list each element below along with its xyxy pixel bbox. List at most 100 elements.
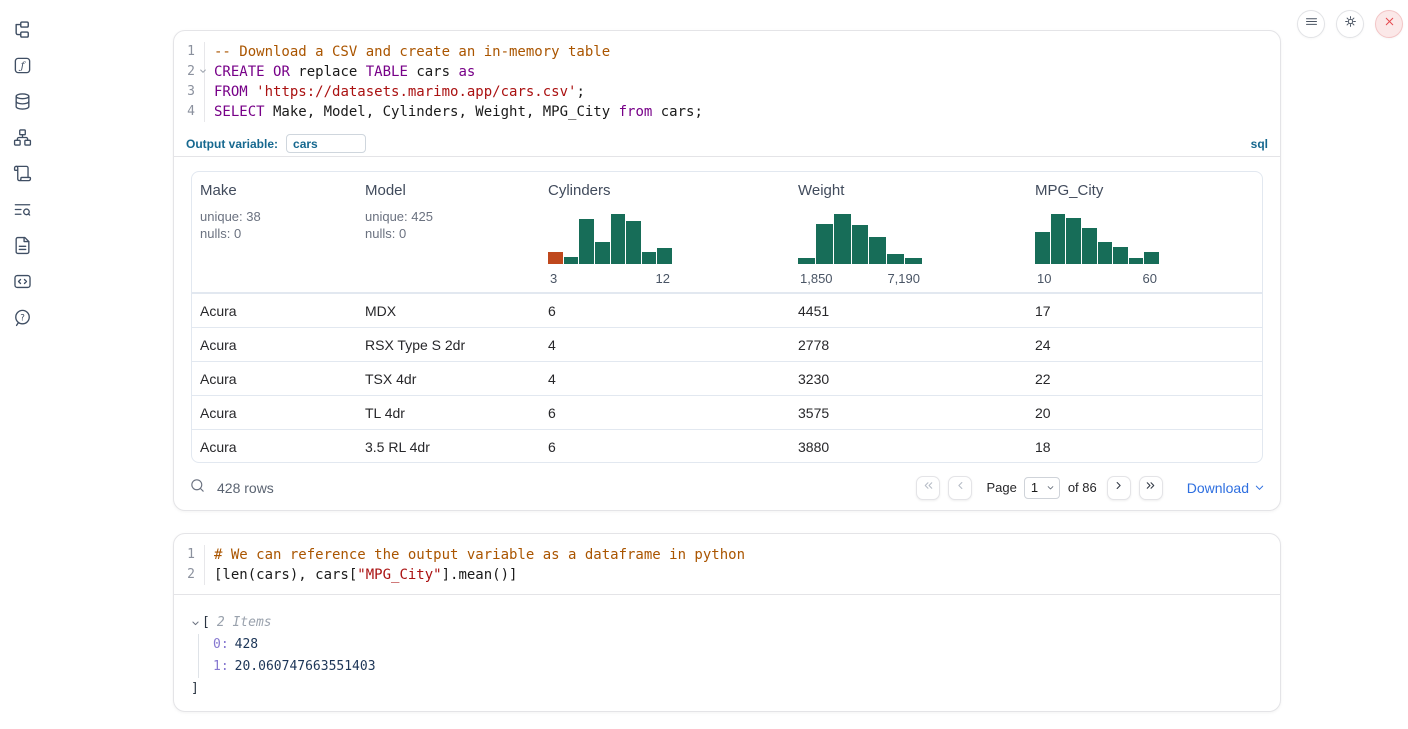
line-number: 4 — [174, 102, 205, 122]
hist-bar — [611, 214, 626, 264]
svg-text:?: ? — [20, 313, 25, 323]
python-cell: 1# We can reference the output variable … — [173, 533, 1281, 712]
code-text: FROM 'https://datasets.marimo.app/cars.c… — [205, 82, 585, 102]
hist-bar — [1098, 242, 1113, 265]
code-line: 2[len(cars), cars["MPG_City"].mean()] — [174, 565, 1280, 585]
sql-code-editor[interactable]: 1-- Download a CSV and create an in-memo… — [174, 31, 1280, 131]
pagination: Page 1 of 86 Download — [916, 476, 1265, 500]
chevron-right-icon — [1112, 479, 1125, 497]
hist-bar — [1051, 214, 1066, 264]
python-output: [ 2 Items 0:428 1:20.060747663551403 ] — [174, 594, 1280, 700]
document-icon — [13, 236, 32, 260]
download-button[interactable]: Download — [1187, 480, 1265, 496]
fold-chevron-icon[interactable] — [199, 67, 207, 75]
page-label: Page — [986, 480, 1016, 495]
search-icon[interactable] — [189, 477, 206, 499]
hist-bar — [816, 224, 833, 264]
weight-histogram: 1,850 7,190 — [798, 214, 922, 286]
sidebar-item-file-explorer[interactable] — [10, 21, 34, 43]
hist-bar — [1066, 218, 1081, 264]
sql-cell: 1-- Download a CSV and create an in-memo… — [173, 30, 1281, 511]
hist-bar — [579, 219, 594, 264]
chevron-down-icon — [1254, 480, 1265, 496]
line-number: 3 — [174, 82, 205, 102]
last-page-button[interactable] — [1139, 476, 1163, 500]
sidebar-item-dependencies[interactable] — [10, 129, 34, 151]
line-number: 1 — [174, 545, 205, 565]
code-line: 3FROM 'https://datasets.marimo.app/cars.… — [174, 82, 1280, 102]
column-header-make[interactable]: Make unique: 38 nulls: 0 — [192, 172, 357, 292]
hist-bar — [798, 258, 815, 265]
function-icon: ƒ — [13, 56, 32, 80]
hist-bar — [642, 252, 657, 265]
list-entry: 1:20.060747663551403 — [213, 656, 1280, 678]
hist-bar — [887, 254, 904, 264]
sidebar-item-logs[interactable] — [10, 201, 34, 223]
scroll-icon — [13, 164, 32, 188]
chevron-down-icon — [1046, 480, 1055, 495]
chevron-left-icon — [954, 479, 967, 497]
gear-icon — [1343, 14, 1358, 34]
hist-bar — [1129, 258, 1144, 265]
cylinders-histogram: 3 12 — [548, 214, 672, 286]
sidebar-item-snippets[interactable] — [10, 273, 34, 295]
dependency-graph-icon — [13, 128, 32, 152]
topbar-actions — [1297, 10, 1403, 38]
python-code-editor[interactable]: 1# We can reference the output variable … — [174, 534, 1280, 594]
chevrons-left-icon — [922, 479, 935, 497]
code-text: SELECT Make, Model, Cylinders, Weight, M… — [205, 102, 703, 122]
svg-text:ƒ: ƒ — [18, 60, 26, 72]
output-variable-label: Output variable: — [186, 137, 278, 151]
table-row: Acura TSX 4dr 4 3230 22 — [192, 361, 1262, 395]
hist-bar — [852, 225, 869, 264]
sidebar: ƒ ? — [0, 0, 44, 729]
language-badge[interactable]: sql — [1251, 137, 1268, 151]
column-header-cylinders[interactable]: Cylinders 3 12 — [540, 172, 790, 292]
snippets-icon — [13, 272, 32, 296]
sidebar-item-variables[interactable]: ƒ — [10, 57, 34, 79]
column-stats: unique: 425 nulls: 0 — [365, 208, 532, 242]
close-icon — [1383, 15, 1396, 33]
column-header-weight[interactable]: Weight 1,850 7,190 — [790, 172, 1027, 292]
code-line: 2CREATE OR replace TABLE cars as — [174, 62, 1280, 82]
output-variable-input[interactable] — [286, 134, 366, 153]
hist-bar — [1144, 252, 1159, 265]
sidebar-item-documentation[interactable] — [10, 237, 34, 259]
code-line: 1# We can reference the output variable … — [174, 545, 1280, 565]
chevrons-right-icon — [1144, 479, 1157, 497]
first-page-button[interactable] — [916, 476, 940, 500]
sidebar-item-datasources[interactable] — [10, 93, 34, 115]
code-text: [len(cars), cars["MPG_City"].mean()] — [205, 565, 517, 585]
settings-button[interactable] — [1336, 10, 1364, 38]
menu-button[interactable] — [1297, 10, 1325, 38]
hist-bar — [1035, 232, 1050, 265]
hamburger-icon — [1304, 14, 1319, 34]
hist-bar — [869, 237, 886, 265]
line-number: 1 — [174, 42, 205, 62]
output-variable-bar: Output variable: sql — [174, 131, 1280, 157]
column-header-mpg-city[interactable]: MPG_City 10 60 — [1027, 172, 1262, 292]
cars-table: Make unique: 38 nulls: 0 Model unique: 4… — [191, 171, 1263, 463]
hist-bar — [564, 257, 579, 264]
hist-bar — [595, 242, 610, 265]
line-number: 2 — [174, 565, 205, 585]
sidebar-item-help[interactable]: ? — [10, 309, 34, 331]
collapse-chevron-icon[interactable] — [191, 619, 200, 628]
hist-bar — [1082, 228, 1097, 264]
table-footer: 428 rows Page 1 of 86 Download — [174, 463, 1280, 512]
sidebar-item-scratchpad[interactable] — [10, 165, 34, 187]
previous-page-button[interactable] — [948, 476, 972, 500]
next-page-button[interactable] — [1107, 476, 1131, 500]
hist-bar — [834, 214, 851, 264]
table-row: Acura RSX Type S 2dr 4 2778 24 — [192, 327, 1262, 361]
column-header-model[interactable]: Model unique: 425 nulls: 0 — [357, 172, 540, 292]
page-select[interactable]: 1 — [1024, 477, 1060, 499]
hist-bar — [548, 252, 563, 265]
row-count: 428 rows — [217, 480, 274, 496]
mpg-city-histogram: 10 60 — [1035, 214, 1159, 286]
hist-bar — [1113, 247, 1128, 265]
list-close-bracket: ] — [191, 678, 199, 700]
help-icon: ? — [13, 308, 32, 332]
column-stats: unique: 38 nulls: 0 — [200, 208, 349, 242]
shutdown-button[interactable] — [1375, 10, 1403, 38]
